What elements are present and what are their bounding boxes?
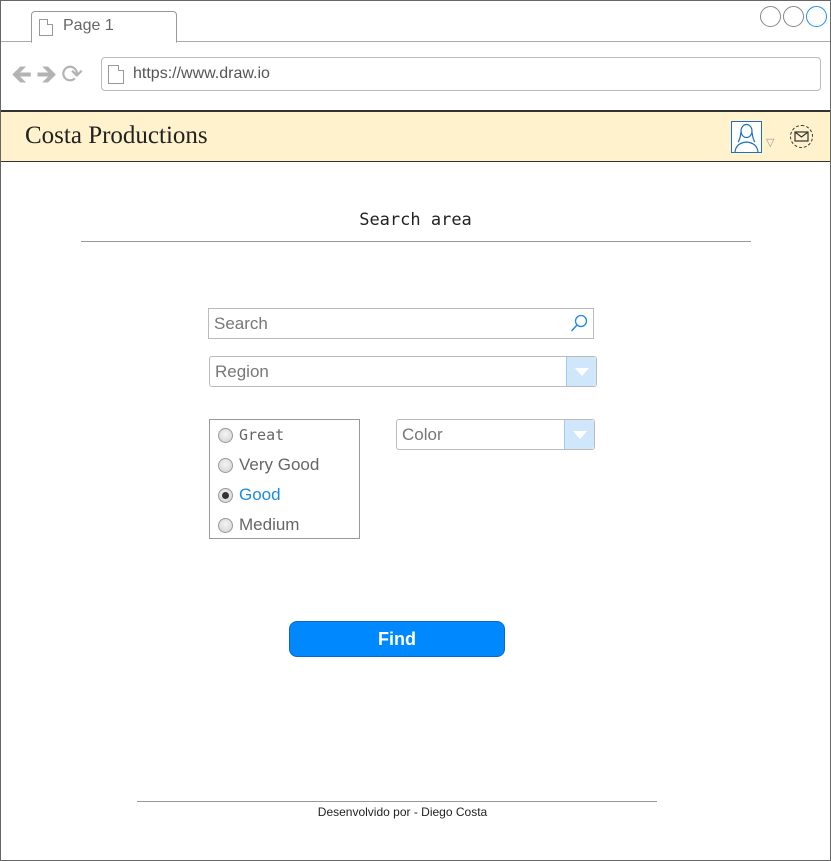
search-box (208, 308, 594, 339)
page-icon (39, 19, 53, 36)
footer-divider (137, 801, 657, 802)
divider (81, 241, 751, 242)
address-bar[interactable]: https://www.draw.io (101, 57, 821, 91)
app-header: Costa Productions ▽ (1, 111, 830, 162)
nav-controls: 🡸 🡺 ⟳ (11, 61, 83, 87)
envelope-icon (794, 131, 809, 142)
radio-button[interactable] (218, 427, 233, 443)
radio-option-very-good[interactable]: Very Good (218, 453, 319, 477)
region-value: Region (215, 362, 269, 381)
mail-icon[interactable] (790, 125, 813, 148)
radio-button[interactable] (218, 517, 233, 533)
search-icon[interactable] (570, 314, 588, 338)
color-value: Color (402, 425, 443, 444)
minimize-button[interactable] (760, 6, 781, 27)
reload-icon[interactable]: ⟳ (61, 61, 83, 87)
close-button[interactable] (806, 6, 827, 27)
radio-label: Very Good (239, 455, 320, 474)
radio-button[interactable] (218, 457, 233, 473)
chevron-down-icon[interactable] (566, 357, 596, 386)
region-select[interactable]: Region (209, 356, 597, 387)
radio-button-selected[interactable] (218, 487, 233, 503)
radio-option-great[interactable]: Great (218, 423, 284, 447)
window-controls (760, 6, 827, 27)
rating-radio-group: Great Very Good Good Medium (209, 419, 360, 539)
maximize-button[interactable] (783, 6, 804, 27)
forward-arrow-icon[interactable]: 🡺 (36, 61, 57, 87)
brand-title: Costa Productions (25, 122, 208, 149)
chevron-down-icon[interactable] (564, 420, 594, 449)
tab-label: Page 1 (63, 17, 114, 34)
tab-strip: Page 1 (1, 1, 830, 43)
navigation-bar: 🡸 🡺 ⟳ https://www.draw.io (1, 42, 830, 111)
radio-option-medium[interactable]: Medium (218, 513, 299, 537)
user-figure-icon (734, 123, 759, 153)
browser-tab[interactable]: Page 1 (31, 11, 177, 43)
page-icon (108, 65, 124, 84)
find-button[interactable]: Find (289, 621, 505, 657)
chevron-down-icon[interactable]: ▽ (766, 136, 774, 149)
url-text: https://www.draw.io (133, 65, 270, 82)
section-title: Search area (359, 210, 472, 230)
browser-window: Page 1 🡸 🡺 ⟳ https://www.draw.io Costa P… (0, 0, 831, 861)
back-arrow-icon[interactable]: 🡸 (11, 61, 32, 87)
radio-label: Great (239, 426, 285, 444)
user-avatar-icon[interactable] (731, 121, 762, 153)
color-select[interactable]: Color (396, 419, 595, 450)
radio-option-good[interactable]: Good (218, 483, 281, 507)
radio-label: Good (239, 485, 281, 504)
footer-credit: Desenvolvido por - Diego Costa (317, 805, 488, 819)
search-input[interactable] (209, 309, 569, 338)
radio-label: Medium (239, 515, 300, 534)
